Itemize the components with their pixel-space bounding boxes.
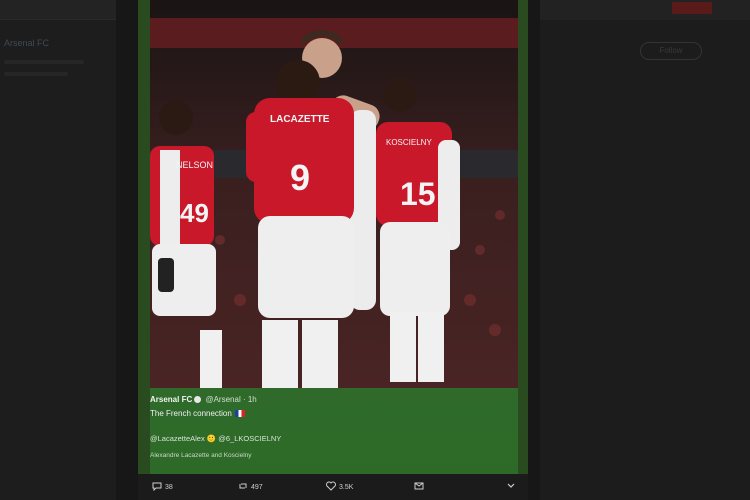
jersey-number-49: 49 (180, 198, 209, 228)
background-text-line (4, 60, 84, 64)
retweet-button[interactable]: 497 (238, 481, 263, 493)
tweet-media-card[interactable]: 49 NELSON 15 KOSCIELNY 9 LACAZETTE Arsen… (138, 0, 528, 500)
tweet-mentions[interactable]: @LacazetteAlex 🙂 @6_LKOSCIELNY (150, 434, 281, 443)
background-right-column: Follow (540, 0, 750, 500)
jersey-number-15: 15 (400, 176, 436, 212)
retweet-icon (239, 483, 247, 489)
jersey-number-9: 9 (290, 157, 310, 198)
author-name[interactable]: Arsenal FC (150, 395, 192, 404)
background-follow-button: Follow (640, 42, 702, 60)
envelope-icon (414, 482, 424, 490)
author-handle[interactable]: @Arsenal (205, 395, 240, 404)
tweet-photo[interactable]: 49 NELSON 15 KOSCIELNY 9 LACAZETTE (150, 0, 518, 388)
jersey-name-nelson: NELSON (176, 160, 213, 170)
tweet-action-bar: 38 497 3.5K (138, 474, 528, 500)
more-options-button[interactable] (506, 481, 519, 493)
tweet-timestamp[interactable]: · 1h (243, 395, 257, 404)
background-red-chip (672, 2, 712, 14)
jersey-name-koscielny: KOSCIELNY (386, 138, 432, 147)
tweet-text: The French connection (150, 409, 245, 418)
heart-icon (326, 481, 336, 491)
retweet-count: 497 (251, 484, 263, 491)
photo-caption: Alexandre Lacazette and Koscielny (150, 452, 252, 459)
background-text-line (4, 72, 68, 76)
tweet-text-content: The French connection (150, 409, 232, 418)
reply-button[interactable]: 38 (152, 481, 173, 493)
left-gutter (116, 0, 138, 500)
tweet-author-row[interactable]: Arsenal FC @Arsenal · 1h (150, 395, 257, 404)
right-gutter (528, 0, 540, 500)
background-top-bar (0, 0, 116, 20)
background-account-label: Arsenal FC (4, 38, 50, 48)
like-button[interactable]: 3.5K (326, 481, 353, 493)
players-celebration-photo: 49 NELSON 15 KOSCIELNY 9 LACAZETTE (150, 0, 518, 388)
like-count: 3.5K (339, 484, 354, 491)
jersey-name-lacazette: LACAZETTE (270, 114, 330, 125)
reply-count: 38 (165, 484, 173, 491)
chevron-down-icon (507, 483, 515, 488)
verified-badge-icon (194, 396, 202, 403)
background-top-bar (540, 0, 750, 20)
background-left-column: Arsenal FC (0, 0, 116, 500)
reply-icon (152, 482, 162, 492)
direct-message-button[interactable] (414, 481, 427, 493)
tweet-caption: Arsenal FC @Arsenal · 1h The French conn… (150, 388, 518, 474)
france-flag-icon (234, 410, 245, 417)
